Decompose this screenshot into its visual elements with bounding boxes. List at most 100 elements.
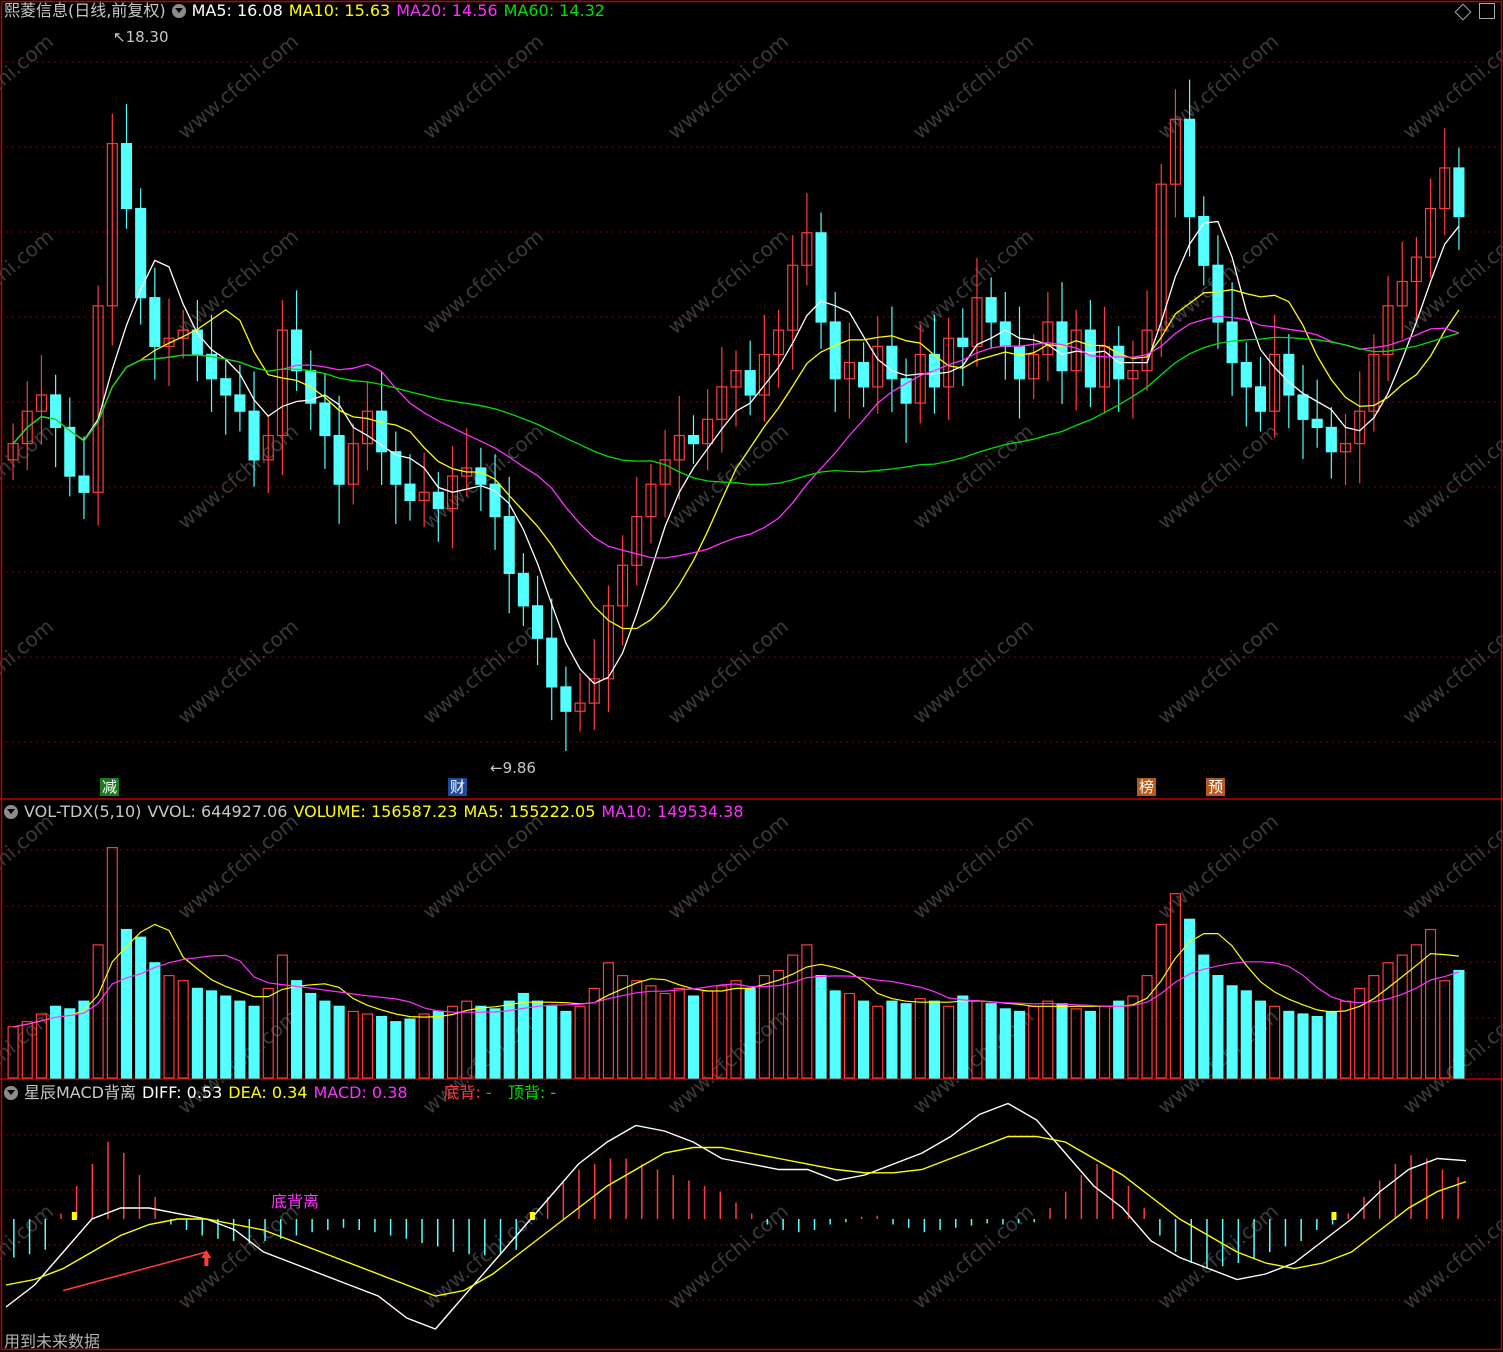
volume-bar (361, 1013, 374, 1079)
candle-body (333, 434, 345, 485)
volume-bar (645, 985, 657, 1079)
candle-body (475, 467, 487, 485)
volume-bar (999, 1008, 1011, 1079)
volume-bar (985, 1003, 997, 1079)
volume-bar (120, 928, 133, 1079)
macd-indicator-name[interactable]: 星辰MACD背离 (24, 1083, 136, 1102)
volume-bar (291, 980, 303, 1079)
volume-bar (1425, 928, 1437, 1079)
event-mark-forecast[interactable]: 预 (1206, 778, 1226, 796)
candle-body (1297, 394, 1309, 420)
candle-body (546, 637, 558, 688)
diff-readout: DIFF: 0.53 (141, 1083, 223, 1102)
watermark-text: www.cfchi.com (663, 614, 793, 729)
candle-body (1254, 386, 1267, 412)
vvol-readout: VVOL: 644927.06 (147, 802, 288, 821)
volume-bar (1084, 1010, 1096, 1079)
volume-bar (886, 1000, 898, 1079)
volume-bar (1254, 1000, 1267, 1079)
watermark-text: www.cfchi.com (173, 419, 303, 534)
watermark-text: www.cfchi.com (663, 1199, 793, 1314)
vol-ma10-readout: MA10: 149534.38 (601, 802, 744, 821)
candle-body (1084, 329, 1096, 388)
volume-bar (858, 1000, 870, 1079)
watermark-text: www.cfchi.com (418, 29, 548, 144)
watermark-text: www.cfchi.com (663, 809, 793, 924)
candle-body (829, 321, 841, 380)
signal-marker (529, 1212, 535, 1220)
dropdown-icon[interactable] (171, 4, 186, 18)
candle-body (815, 232, 827, 323)
volume-bar (659, 992, 671, 1079)
divergence-label: 底背离 (271, 1192, 320, 1211)
watermark-text: www.cfchi.com (0, 809, 58, 924)
volume-bar (574, 1005, 586, 1079)
volume-bar (1297, 1013, 1309, 1079)
volume-bar (531, 1000, 544, 1079)
volume-bar (517, 992, 529, 1079)
volume-bar (744, 987, 756, 1079)
watermark-text: www.cfchi.com (1398, 419, 1503, 534)
watermark-text: www.cfchi.com (0, 224, 58, 339)
ma60-readout: MA60: 14.32 (503, 1, 605, 20)
volume-bar (248, 1005, 260, 1079)
ma10-readout: MA10: 15.63 (288, 1, 391, 20)
candle-body (404, 483, 416, 502)
event-mark-list[interactable]: 榜 (1137, 778, 1157, 796)
top-divergence-readout: 顶背: - (507, 1083, 557, 1102)
volume-bar (205, 990, 218, 1079)
signal-marker (1331, 1212, 1337, 1220)
volume-bar (673, 987, 685, 1079)
volume-bar (234, 1000, 246, 1079)
volume-bar (1042, 1000, 1054, 1079)
watermark-text: www.cfchi.com (1153, 809, 1283, 924)
event-mark-finance[interactable]: 财 (448, 778, 468, 796)
main-panel-header: 熙菱信息(日线,前复权) MA5: 16.08 MA10: 15.63 MA20: 1… (4, 1, 611, 21)
volume-bar (418, 1013, 430, 1079)
watermark-text: www.cfchi.com (1398, 1004, 1503, 1119)
volume-bar (1013, 1010, 1026, 1079)
volume-bar (475, 1005, 487, 1079)
volume-bar (191, 987, 203, 1079)
volume-bar (1368, 974, 1380, 1079)
watermark-text: www.cfchi.com (908, 1199, 1038, 1314)
volume-bar (815, 974, 827, 1079)
watermark-text: www.cfchi.com (663, 419, 793, 534)
volume-bar (1453, 969, 1465, 1079)
candle-body (432, 491, 444, 510)
dropdown-icon[interactable] (4, 1086, 18, 1100)
watermark-text: www.cfchi.com (418, 1199, 548, 1314)
volume-bar (1382, 962, 1394, 1079)
candle-body (390, 451, 402, 485)
candle-body (560, 686, 572, 712)
stock-title[interactable]: 熙菱信息(日线,前复权) (4, 1, 166, 20)
maximize-icon[interactable] (1479, 3, 1495, 19)
volume-bar (135, 936, 147, 1079)
volume-bar (1155, 923, 1167, 1079)
footer-note: 用到未来数据 (4, 1332, 101, 1351)
candle-body (1212, 264, 1224, 323)
volume-bar (687, 995, 700, 1079)
dropdown-icon[interactable] (4, 805, 18, 819)
vol-indicator-name[interactable]: VOL-TDX(5,10) (24, 802, 141, 821)
volume-bar (1056, 1003, 1068, 1079)
volume-bar (149, 962, 161, 1079)
volume-bar (1127, 995, 1139, 1079)
watermark-text: www.cfchi.com (1153, 29, 1283, 144)
candle-body (503, 516, 515, 574)
candle-body (957, 337, 969, 347)
volume-bar (220, 995, 232, 1079)
candle-body (999, 321, 1011, 347)
event-mark-reduce[interactable]: 减 (100, 778, 120, 796)
watermark-text: www.cfchi.com (173, 809, 303, 924)
candle-body (319, 402, 331, 437)
candle-body (687, 434, 700, 445)
candle-body (220, 378, 232, 396)
volume-bar (1325, 1010, 1337, 1079)
watermark-text: www.cfchi.com (0, 29, 58, 144)
volume-panel-header: VOL-TDX(5,10) VVOL: 644927.06 VOLUME: 1565… (4, 802, 750, 822)
watermark-text: www.cfchi.com (908, 419, 1038, 534)
watermark-text: www.cfchi.com (1398, 809, 1503, 924)
chart-canvas[interactable]: www.cfchi.com www.cfchi.com www.cfchi.com w… (0, 0, 1503, 1351)
volume-bar (404, 1018, 416, 1079)
